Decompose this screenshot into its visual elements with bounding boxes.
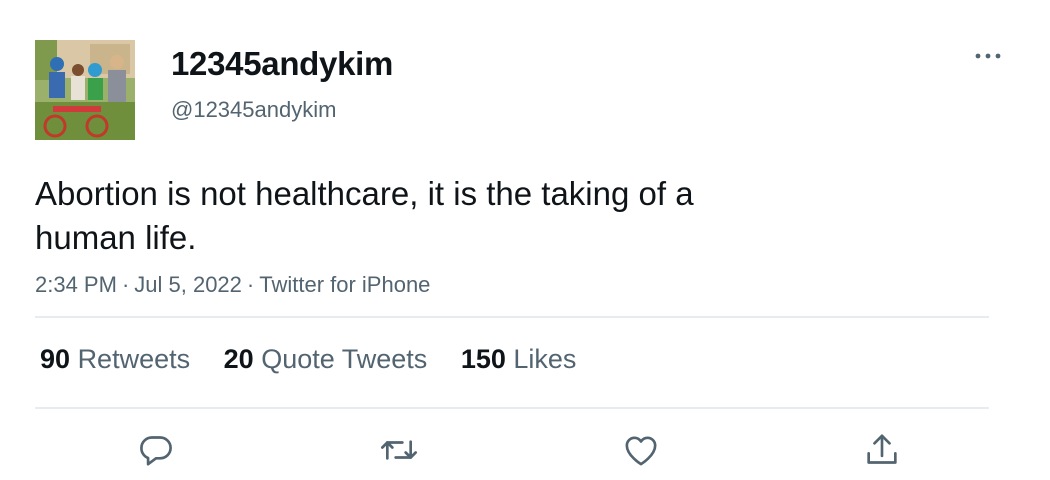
tweet-text: Abortion is not healthcare, it is the ta… [35,175,694,256]
heart-icon [625,436,657,466]
user-handle[interactable]: @12345andykim [171,96,336,124]
tweet-source[interactable]: Twitter for iPhone [259,272,430,297]
tweet-meta: 2:34 PM · Jul 5, 2022 · Twitter for iPhone [35,270,430,300]
more-horizontal-icon [975,53,1001,59]
retweets-label: Retweets [77,344,191,374]
likes-label: Likes [513,344,577,374]
reply-button[interactable] [136,430,176,470]
retweets-count: 90 [40,344,71,374]
likes-stat[interactable]: 150 Likes [461,341,577,377]
likes-count: 150 [460,344,506,374]
quote-tweets-label: Quote Tweets [261,344,428,374]
display-name[interactable]: 12345andykim [171,44,393,84]
share-icon [867,434,897,464]
meta-separator: · [121,272,130,297]
meta-separator: · [246,272,255,297]
retweet-icon [381,440,417,460]
family-photo-avatar [35,40,135,140]
like-button[interactable] [621,430,661,470]
quote-tweets-count: 20 [223,344,254,374]
quote-tweets-stat[interactable]: 20 Quote Tweets [224,341,428,377]
retweet-button[interactable] [379,430,419,470]
tweet-stats: 90 Retweets 20 Quote Tweets 150 Likes [40,341,602,377]
avatar[interactable] [35,40,135,140]
retweets-stat[interactable]: 90 Retweets [40,341,190,377]
tweet-time[interactable]: 2:34 PM [35,272,117,297]
tweet-date[interactable]: Jul 5, 2022 [134,272,242,297]
tweet-card: 12345andykim @12345andykim Abortion is n… [0,0,1050,480]
more-options-button[interactable] [972,46,1004,66]
divider [35,407,989,409]
share-button[interactable] [862,430,902,470]
reply-icon [140,436,172,466]
divider [35,316,989,318]
